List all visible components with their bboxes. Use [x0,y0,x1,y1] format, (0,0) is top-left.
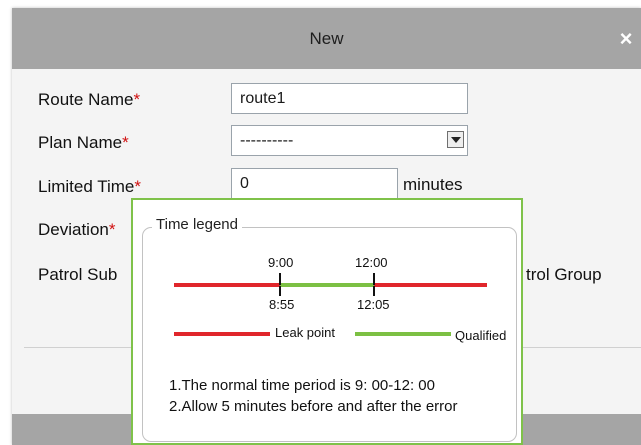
qualified-swatch [355,332,451,336]
time-label-12-00: 12:00 [355,255,388,270]
limited-time-label-text: Limited Time [38,177,135,196]
limited-time-label: Limited Time* [38,177,141,197]
tick-8-55 [279,286,281,296]
time-label-9-00: 9:00 [268,255,294,270]
plan-name-label-text: Plan Name [38,133,123,152]
plan-name-selected-value: ---------- [240,132,294,149]
tick-12-05 [373,286,375,296]
required-marker: * [134,177,141,196]
route-name-label-text: Route Name [38,90,134,109]
required-marker: * [133,90,141,109]
time-label-8-55: 8:55 [269,297,295,312]
deviation-label-text: Deviation [38,220,109,239]
chevron-down-icon[interactable] [447,131,464,148]
leak-segment-after [374,283,487,287]
plan-name-select[interactable]: ---------- [231,125,468,156]
route-name-label: Route Name* [38,90,140,110]
title-bar: New × [12,8,641,69]
required-marker: * [122,133,129,152]
qualified-label: Qualified [455,328,507,343]
plan-name-label: Plan Name* [38,133,129,153]
patrol-subject-label: Patrol Sub [38,265,118,284]
close-icon[interactable]: × [615,28,637,50]
leak-point-label: Leak point [275,325,335,340]
time-label-12-05: 12:05 [357,297,390,312]
leak-point-swatch [174,332,270,336]
legend-note-1: 1.The normal time period is 9: 00-12: 00 [169,377,435,394]
qualified-segment [280,283,374,287]
minutes-unit: minutes [403,175,463,194]
leak-segment-before [174,283,280,287]
time-legend-popup: Time legend 9:00 12:00 8:55 12:05 Leak p… [131,198,523,445]
deviation-label: Deviation* [38,220,116,240]
legend-note-2: 2.Allow 5 minutes before and after the e… [169,398,458,415]
tick-9-00 [279,273,281,285]
tick-12-00 [373,273,375,285]
dialog-title: New [309,29,344,48]
required-marker: * [108,220,116,239]
time-legend-title: Time legend [152,216,242,233]
limited-time-input[interactable]: 0 [231,168,398,199]
patrol-group-label: trol Group [526,265,602,284]
route-name-input[interactable]: route1 [231,83,468,114]
